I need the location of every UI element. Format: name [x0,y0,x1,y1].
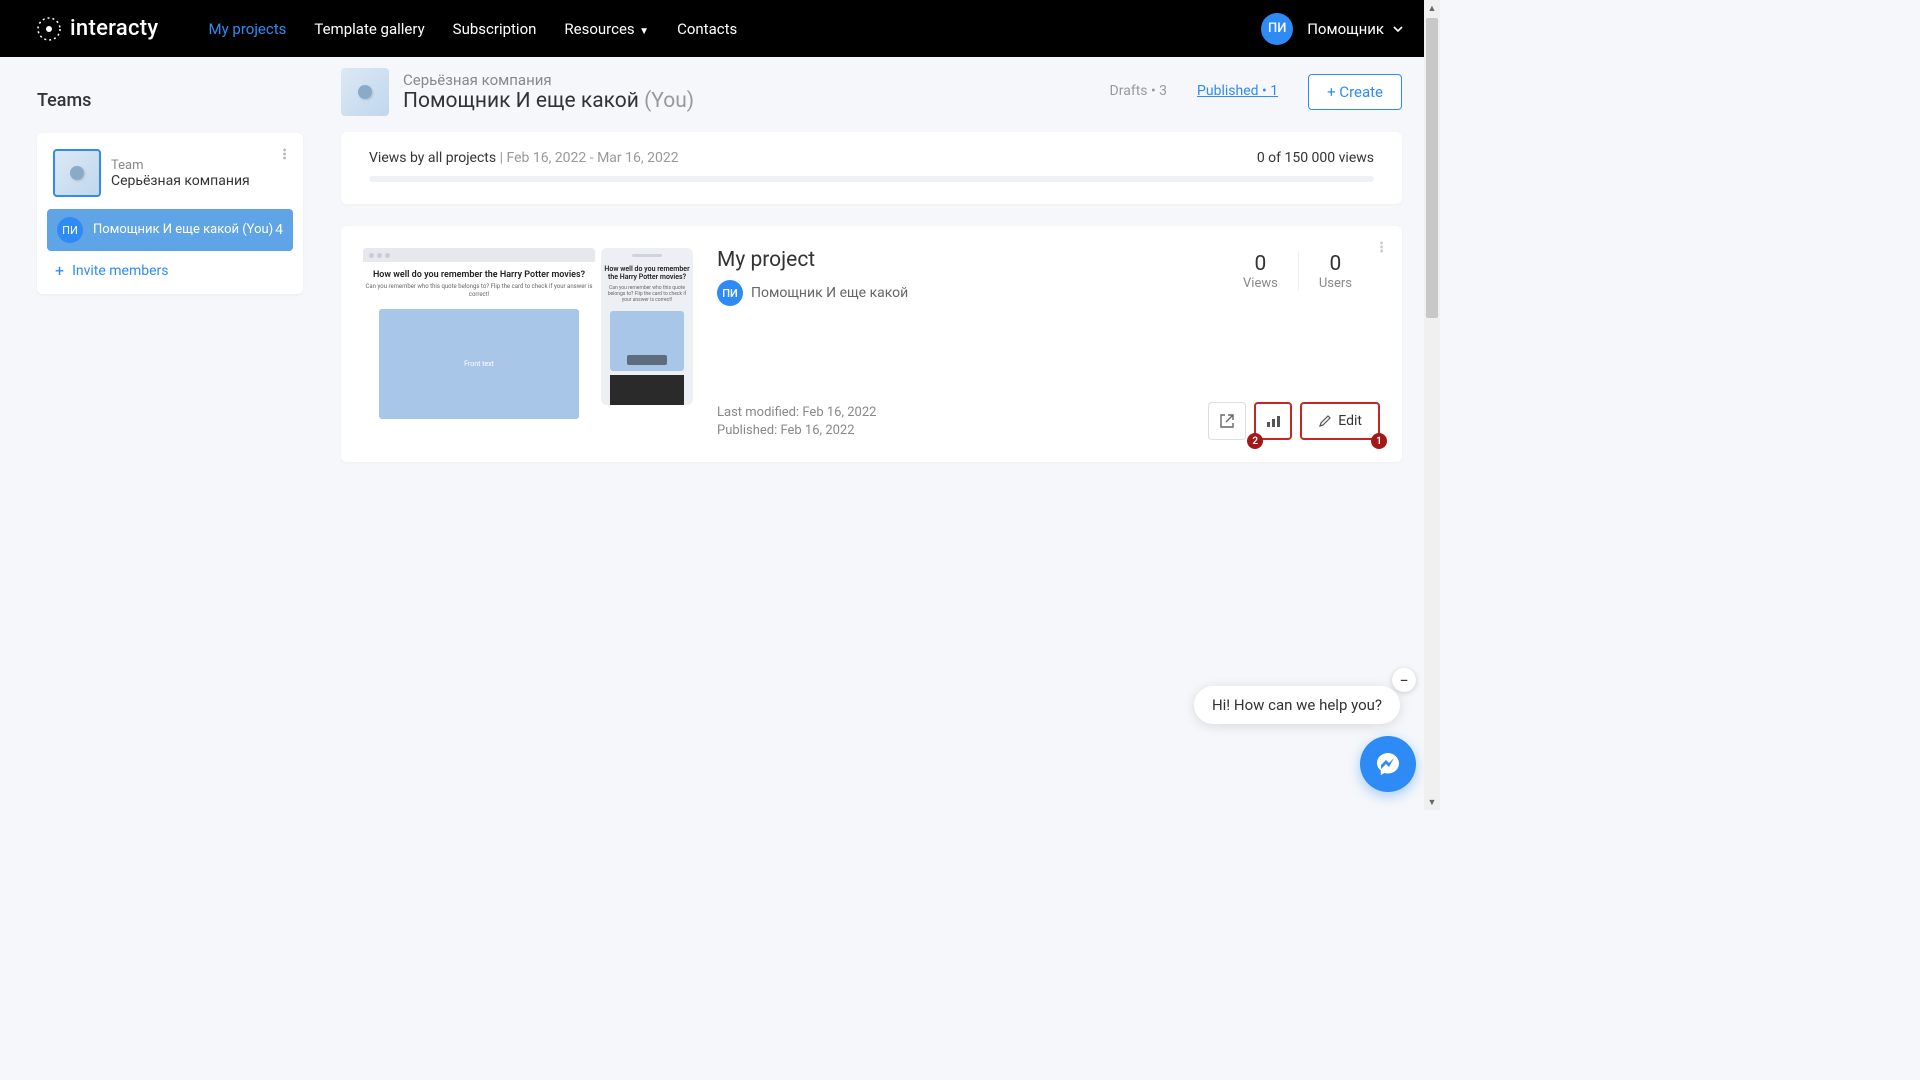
stat-views: 0 Views [1223,252,1298,291]
invite-label: Invite members [72,263,168,279]
main-header: Серьёзная компания Помощник И еще какой … [341,68,1402,116]
annotation-badge-1: 1 [1371,433,1387,449]
preview-mobile-sub: Can you remember who this quote belongs … [604,285,690,303]
team-more-icon[interactable]: ••• [282,149,287,161]
sidebar-title: Teams [37,90,303,111]
preview-desktop: How well do you remember the Harry Potte… [363,248,595,419]
nav-resources-label: Resources [564,20,634,38]
person-name-text: Помощник И еще какой [403,89,639,113]
user-menu[interactable]: Помощник [1307,20,1404,38]
project-card: ••• How well do you remember the Harry P… [341,226,1402,462]
bar-chart-icon [1265,413,1281,429]
author-name: Помощник И еще какой [751,285,908,301]
you-label: (You) [644,89,694,113]
teams-box: Team Серьёзная компания ••• ПИ Помощник … [37,133,303,294]
team-label: Team [111,158,250,173]
user-avatar[interactable]: ПИ [1261,13,1293,45]
preview-mobile-title: How well do you remember the Harry Potte… [604,265,690,282]
caret-down-icon: ▼ [637,26,649,37]
sidebar: Teams Team Серьёзная компания ••• ПИ Пом… [37,90,303,294]
drafts-stat: Drafts • 3 [1110,83,1168,99]
person-name: Помощник И еще какой (You) [403,89,1110,113]
stat-views-num: 0 [1243,252,1278,276]
scrollbar-thumb[interactable] [1426,18,1438,318]
project-actions: 2 Edit 1 [1208,402,1380,440]
edit-label: Edit [1338,413,1362,429]
nav-my-projects[interactable]: My projects [209,20,287,38]
member-avatar: ПИ [57,217,83,243]
author-avatar: ПИ [717,280,743,306]
nav-subscription[interactable]: Subscription [453,20,537,38]
user-name: Помощник [1307,20,1384,38]
pencil-icon [1318,414,1332,428]
project-card-body: My project ПИ Помощник И еще какой Last … [717,248,1223,440]
member-name: Помощник И еще какой (You) [93,222,275,238]
views-progress-bar [369,176,1374,182]
chat-close-button[interactable]: − [1392,668,1416,692]
plus-icon: + [55,261,64,280]
messenger-icon [1374,750,1402,778]
chat-fab-button[interactable] [1360,736,1416,792]
annotation-badge-2: 2 [1247,433,1263,449]
chevron-down-icon [1392,23,1404,35]
scroll-up-arrow-icon[interactable]: ▲ [1424,0,1440,16]
project-more-icon[interactable]: ••• [1379,242,1384,254]
nav-resources[interactable]: Resources ▼ [564,20,649,38]
logo-icon [36,16,62,42]
header-stats: Drafts • 3 Published • 1 [1110,83,1279,101]
team-name: Серьёзная компания [111,173,250,189]
stat-users-num: 0 [1319,252,1352,276]
edit-button[interactable]: Edit [1300,402,1380,440]
open-external-button[interactable] [1208,402,1246,440]
published-link[interactable]: Published • 1 [1197,83,1278,99]
main-head-text: Серьёзная компания Помощник И еще какой … [403,71,1110,113]
project-author: ПИ Помощник И еще какой [717,280,1223,306]
main-nav: My projects Template gallery Subscriptio… [209,20,738,38]
stat-users: 0 Users [1298,252,1372,291]
invite-members-button[interactable]: + Invite members [47,251,293,284]
project-preview: How well do you remember the Harry Potte… [363,248,693,458]
preview-desktop-sub: Can you remember who this quote belongs … [363,283,595,299]
browser-bar [363,248,595,262]
preview-mobile-card [610,311,684,371]
company-name: Серьёзная компания [403,71,1110,89]
header-bar: interacty My projects Template gallery S… [0,0,1440,57]
project-title[interactable]: My project [717,248,1223,272]
logo[interactable]: interacty [36,16,159,42]
chat-bubble[interactable]: Hi! How can we help you? [1194,686,1400,724]
scroll-down-arrow-icon[interactable]: ▼ [1424,794,1440,810]
main-thumbnail [341,68,389,116]
preview-mobile-image [610,375,684,405]
published-date: Published: Feb 16, 2022 [717,422,1223,440]
member-count: 4 [275,222,283,238]
views-count: 0 of 150 000 views [1257,150,1374,166]
views-date-range: | Feb 16, 2022 - Mar 16, 2022 [500,150,679,166]
last-modified: Last modified: Feb 16, 2022 [717,404,1223,422]
vertical-scrollbar[interactable]: ▲ ▼ [1424,0,1440,810]
stat-views-label: Views [1243,276,1278,291]
member-card-selected[interactable]: ПИ Помощник И еще какой (You) 4 [47,209,293,251]
nav-contacts[interactable]: Contacts [677,20,737,38]
preview-desktop-title: How well do you remember the Harry Potte… [373,270,585,280]
main-content: Серьёзная компания Помощник И еще какой … [341,68,1402,462]
views-label: Views by all projects [369,150,496,166]
nav-template-gallery[interactable]: Template gallery [314,20,424,38]
preview-mobile: How well do you remember the Harry Potte… [601,248,693,405]
views-summary-card: Views by all projects | Feb 16, 2022 - M… [341,132,1402,204]
logo-text: interacty [70,16,159,41]
external-link-icon [1219,413,1235,429]
header-right: ПИ Помощник [1261,13,1404,45]
preview-desktop-card: Front text [379,309,579,419]
team-thumbnail [53,149,101,197]
stat-users-label: Users [1319,276,1352,291]
project-meta: Last modified: Feb 16, 2022 Published: F… [717,404,1223,440]
team-card[interactable]: Team Серьёзная компания ••• [47,143,293,203]
views-label-row: Views by all projects | Feb 16, 2022 - M… [369,150,679,166]
create-button[interactable]: + Create [1308,74,1402,110]
